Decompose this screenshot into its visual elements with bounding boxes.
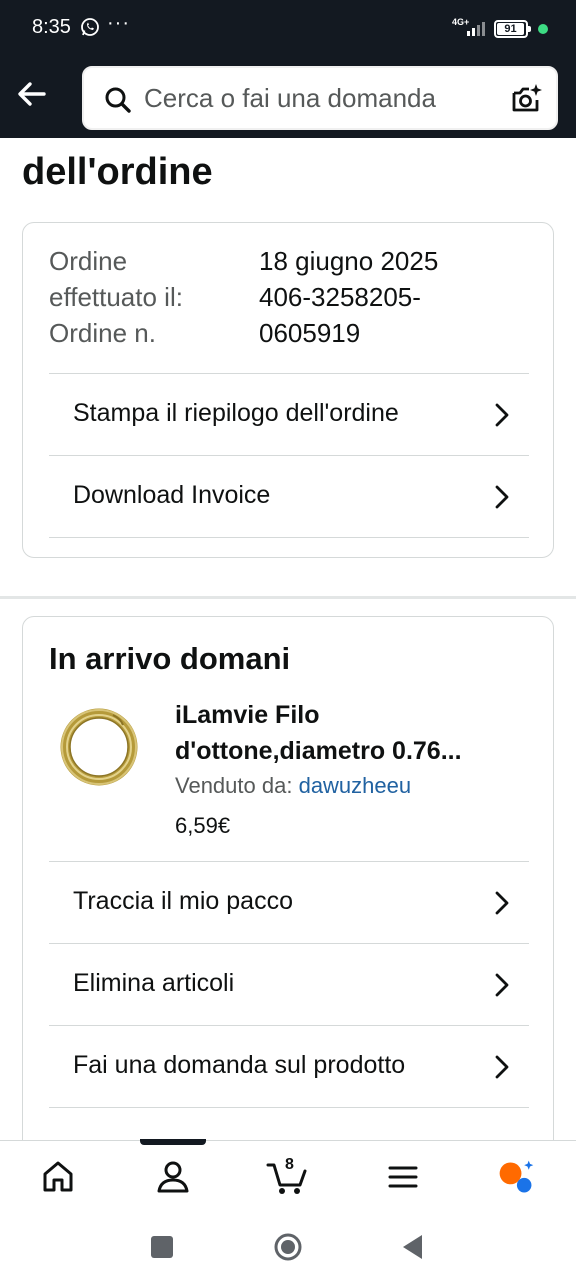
order-date-value: 18 giugno 2025 (259, 246, 439, 276)
home-icon[interactable] (38, 1157, 78, 1197)
delivery-card: In arrivo domani iLamvie Filo d'ottone,d… (22, 616, 554, 1176)
search-input[interactable] (144, 68, 494, 128)
status-bar: 8:35 ··· 4G+ 91 (0, 0, 576, 58)
product-name[interactable]: iLamvie Filo d'ottone,diametro 0.76... (175, 697, 515, 769)
signal-icon (467, 22, 485, 36)
delivery-status-title: In arrivo domani (49, 641, 291, 676)
chevron-right-icon (495, 891, 509, 915)
download-invoice-row[interactable]: Download Invoice (49, 455, 529, 537)
order-date-label-line1: Ordine (49, 246, 128, 276)
back-arrow-icon[interactable] (14, 76, 50, 112)
active-tab-indicator (140, 1139, 206, 1145)
chevron-right-icon (495, 1055, 509, 1079)
system-navigation-bar (0, 1212, 576, 1280)
section-divider (0, 596, 576, 599)
divider (49, 1107, 529, 1108)
back-triangle-icon[interactable] (398, 1232, 428, 1262)
header (0, 58, 576, 138)
bottom-navigation: 8 (0, 1139, 576, 1212)
home-button-icon[interactable] (273, 1232, 303, 1262)
delete-items-label: Elimina articoli (73, 969, 235, 997)
page-title: dell'ordine (22, 151, 213, 193)
account-icon[interactable] (153, 1157, 193, 1197)
rufus-icon[interactable] (496, 1157, 536, 1197)
print-order-summary-row[interactable]: Stampa il riepilogo dell'ordine (49, 373, 529, 455)
order-number-label: Ordine n. (49, 318, 156, 348)
search-bar[interactable] (82, 66, 558, 130)
recent-apps-icon[interactable] (147, 1232, 177, 1262)
whatsapp-icon (81, 18, 99, 36)
ask-product-question-label: Fai una domanda sul prodotto (73, 1051, 406, 1079)
order-number-value-line2: 0605919 (259, 318, 361, 348)
camera-search-icon[interactable] (510, 82, 544, 116)
track-package-label: Traccia il mio pacco (73, 887, 293, 915)
cart-button[interactable]: 8 (266, 1156, 310, 1197)
order-date-label-line2: effettuato il: (49, 282, 183, 312)
cart-count: 8 (285, 1156, 294, 1173)
track-package-row[interactable]: Traccia il mio pacco (49, 861, 529, 943)
order-details-card: Ordine effettuato il: Ordine n. 18 giugn… (22, 222, 554, 558)
chevron-right-icon (495, 403, 509, 427)
divider (49, 537, 529, 538)
battery-icon: 91 (494, 20, 531, 38)
more-notifications-indicator: ··· (107, 12, 130, 34)
seller-link[interactable]: dawuzheeu (299, 773, 412, 798)
seller-info: Venduto da: dawuzheeu (175, 773, 411, 799)
privacy-dot (538, 24, 548, 34)
search-icon (105, 87, 131, 113)
product-image[interactable] (53, 701, 145, 793)
print-order-summary-label: Stampa il riepilogo dell'ordine (73, 399, 399, 427)
product-name-line2: d'ottone,diametro 0.76... (175, 737, 462, 765)
seller-label: Venduto da: (175, 773, 293, 798)
ask-product-question-row[interactable]: Fai una domanda sul prodotto (49, 1025, 529, 1107)
download-invoice-label: Download Invoice (73, 481, 271, 509)
delete-items-row[interactable]: Elimina articoli (49, 943, 529, 1025)
chevron-right-icon (495, 485, 509, 509)
battery-level: 91 (497, 23, 524, 35)
status-time: 8:35 (32, 16, 71, 38)
order-number-value-line1: 406-3258205- (259, 282, 421, 312)
menu-icon[interactable] (383, 1157, 423, 1197)
product-name-line1: iLamvie Filo (175, 701, 320, 729)
product-price: 6,59€ (175, 813, 231, 838)
chevron-right-icon (495, 973, 509, 997)
